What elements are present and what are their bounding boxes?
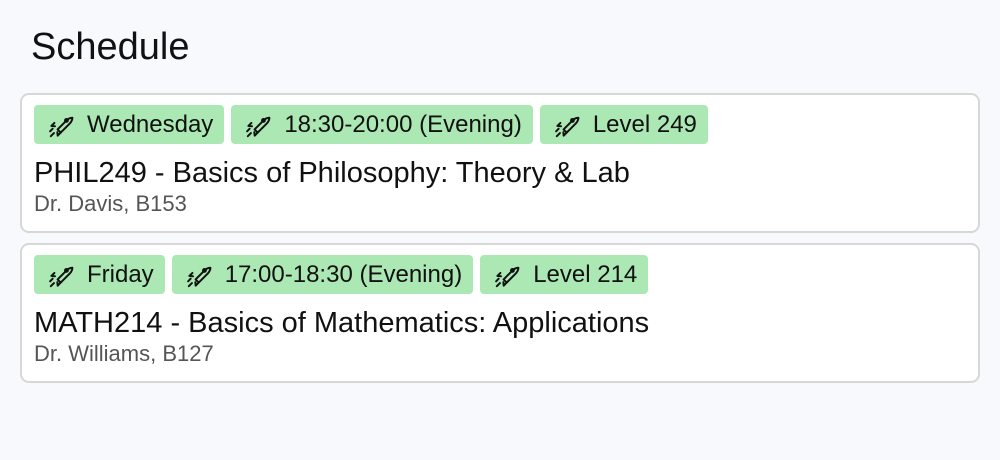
rocket-icon xyxy=(495,266,520,287)
level-tag: Level 249 xyxy=(539,105,708,144)
course-title: PHIL249 - Basics of Philosophy: Theory &… xyxy=(34,157,630,189)
tag-label: Friday xyxy=(87,260,154,288)
course-card-phil249[interactable]: Wednesday 18:30-20:00 (Evening) Level 24… xyxy=(20,93,980,233)
tag-label: Level 214 xyxy=(533,260,638,288)
tag-label: 18:30-20:00 (Evening) xyxy=(284,110,522,138)
course-meta: Dr. Williams, B127 xyxy=(34,341,214,366)
tag-label: Wednesday xyxy=(87,110,214,138)
course-title: MATH214 - Basics of Mathematics: Applica… xyxy=(34,307,650,339)
course-list: Wednesday 18:30-20:00 (Evening) Level 24… xyxy=(20,93,980,393)
course-tags: Wednesday 18:30-20:00 (Evening) Level 24… xyxy=(34,105,966,144)
level-tag: Level 214 xyxy=(480,255,649,294)
rocket-icon xyxy=(49,116,74,137)
rocket-icon xyxy=(246,116,271,137)
day-tag: Friday xyxy=(34,255,165,294)
rocket-icon xyxy=(554,116,580,137)
day-tag: Wednesday xyxy=(34,105,225,144)
tag-label: 17:00-18:30 (Evening) xyxy=(224,260,463,288)
rocket-icon xyxy=(49,266,74,287)
course-tags: Friday 17:00-18:30 (Evening) Level 214 xyxy=(34,255,966,294)
schedule-page: Schedule Wednesday 18:30-20:00 (Evening)… xyxy=(0,0,1000,460)
rocket-icon xyxy=(186,266,212,287)
course-meta: Dr. Davis, B153 xyxy=(34,191,187,216)
time-tag: 17:00-18:30 (Evening) xyxy=(171,255,474,294)
tag-label: Level 249 xyxy=(592,110,697,138)
time-tag: 18:30-20:00 (Evening) xyxy=(231,105,533,144)
course-card-math214[interactable]: Friday 17:00-18:30 (Evening) Level 214 M… xyxy=(20,243,980,383)
page-title: Schedule xyxy=(31,26,190,68)
